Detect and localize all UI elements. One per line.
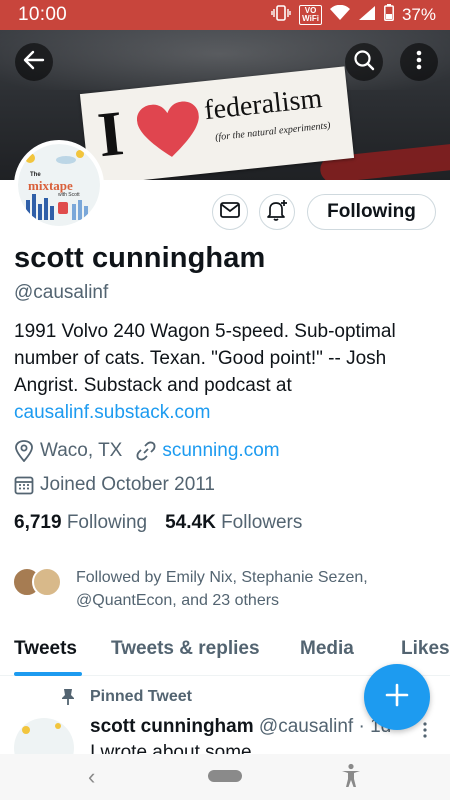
tab-media[interactable]: Media xyxy=(300,638,354,660)
battery-percent: 37% xyxy=(401,5,436,24)
profile-website[interactable]: scunning.com xyxy=(162,440,279,462)
following-button[interactable]: Following xyxy=(307,194,436,230)
profile-joined-row: Joined October 2011 xyxy=(14,474,215,496)
profile-bio: 1991 Volvo 240 Wagon 5-speed. Sub-optima… xyxy=(14,318,439,426)
following-count-label: Following xyxy=(66,512,148,533)
profile-location: Waco, TX xyxy=(40,440,123,461)
follower-avatar xyxy=(32,567,62,597)
system-nav-bar: ‹ xyxy=(0,754,450,800)
profile-name: scott cunningham xyxy=(14,242,266,274)
status-bar: 10:00 VO WiFi 37% xyxy=(0,0,450,30)
nav-back-icon[interactable]: ‹ xyxy=(88,764,95,790)
link-icon xyxy=(136,441,156,461)
battery-icon xyxy=(384,4,394,26)
tweet-author-name: scott cunningham xyxy=(90,716,254,737)
bio-link[interactable]: causalinf.substack.com xyxy=(14,399,439,426)
back-button[interactable] xyxy=(15,43,53,81)
pinned-text: Pinned Tweet xyxy=(90,688,192,705)
search-icon xyxy=(353,49,375,76)
plus-icon xyxy=(385,683,409,712)
notifications-button[interactable] xyxy=(259,194,295,230)
status-time: 10:00 xyxy=(18,4,68,25)
more-options-button[interactable] xyxy=(400,43,438,81)
bell-plus-icon xyxy=(266,199,288,226)
pin-icon xyxy=(60,688,76,706)
followers-count-label: Followers xyxy=(221,512,303,533)
sticker-word: federalism xyxy=(202,82,324,127)
signal-icon xyxy=(358,5,376,26)
tweet-more-icon[interactable] xyxy=(422,722,428,743)
location-icon xyxy=(14,440,34,462)
tweet-author: scott cunningham @causalinf · 1d xyxy=(90,716,391,738)
followers-count-link[interactable]: 54.4K Followers xyxy=(165,512,302,534)
followed-by[interactable]: Followed by Emily Nix, Stephanie Sezen, … xyxy=(12,566,406,612)
follow-counts: 6,719 Following 54.4K Followers xyxy=(14,512,302,534)
heart-icon xyxy=(136,100,204,167)
followed-by-avatars xyxy=(12,566,72,598)
vowifi-badge: VO WiFi xyxy=(299,5,322,25)
mail-icon xyxy=(220,201,240,223)
wifi-icon xyxy=(329,4,350,26)
more-vertical-icon xyxy=(416,50,422,75)
nav-home-pill[interactable] xyxy=(208,770,242,782)
accessibility-icon[interactable] xyxy=(340,763,362,794)
profile-joined: Joined October 2011 xyxy=(40,474,215,495)
search-button[interactable] xyxy=(345,43,383,81)
tab-tweets[interactable]: Tweets xyxy=(14,638,77,660)
pinned-label: Pinned Tweet xyxy=(60,688,192,706)
bio-text: 1991 Volvo 240 Wagon 5-speed. Sub-optima… xyxy=(14,321,396,396)
followed-by-text: Followed by Emily Nix, Stephanie Sezen, … xyxy=(76,569,368,609)
following-count: 6,719 xyxy=(14,512,62,533)
calendar-icon xyxy=(14,475,34,495)
compose-tweet-button[interactable] xyxy=(364,664,430,730)
tweet-author-handle: @causalinf · 1d xyxy=(258,716,392,737)
tab-indicator xyxy=(14,672,82,676)
tab-tweets-replies[interactable]: Tweets & replies xyxy=(111,638,260,660)
following-count-link[interactable]: 6,719 Following xyxy=(14,512,147,534)
avatar-image: The mixtape with Scott xyxy=(18,144,100,226)
arrow-left-icon xyxy=(23,49,45,76)
profile-meta-row: Waco, TX scunning.com xyxy=(14,440,280,462)
profile-avatar[interactable]: The mixtape with Scott xyxy=(14,140,104,230)
followers-count: 54.4K xyxy=(165,512,216,533)
avatar-subtitle: with Scott xyxy=(58,192,80,198)
vibrate-icon xyxy=(271,4,291,26)
profile-handle: @causalinf xyxy=(14,282,109,303)
message-button[interactable] xyxy=(212,194,248,230)
tab-likes[interactable]: Likes xyxy=(401,638,450,660)
vowifi-bottom: WiFi xyxy=(302,14,319,23)
